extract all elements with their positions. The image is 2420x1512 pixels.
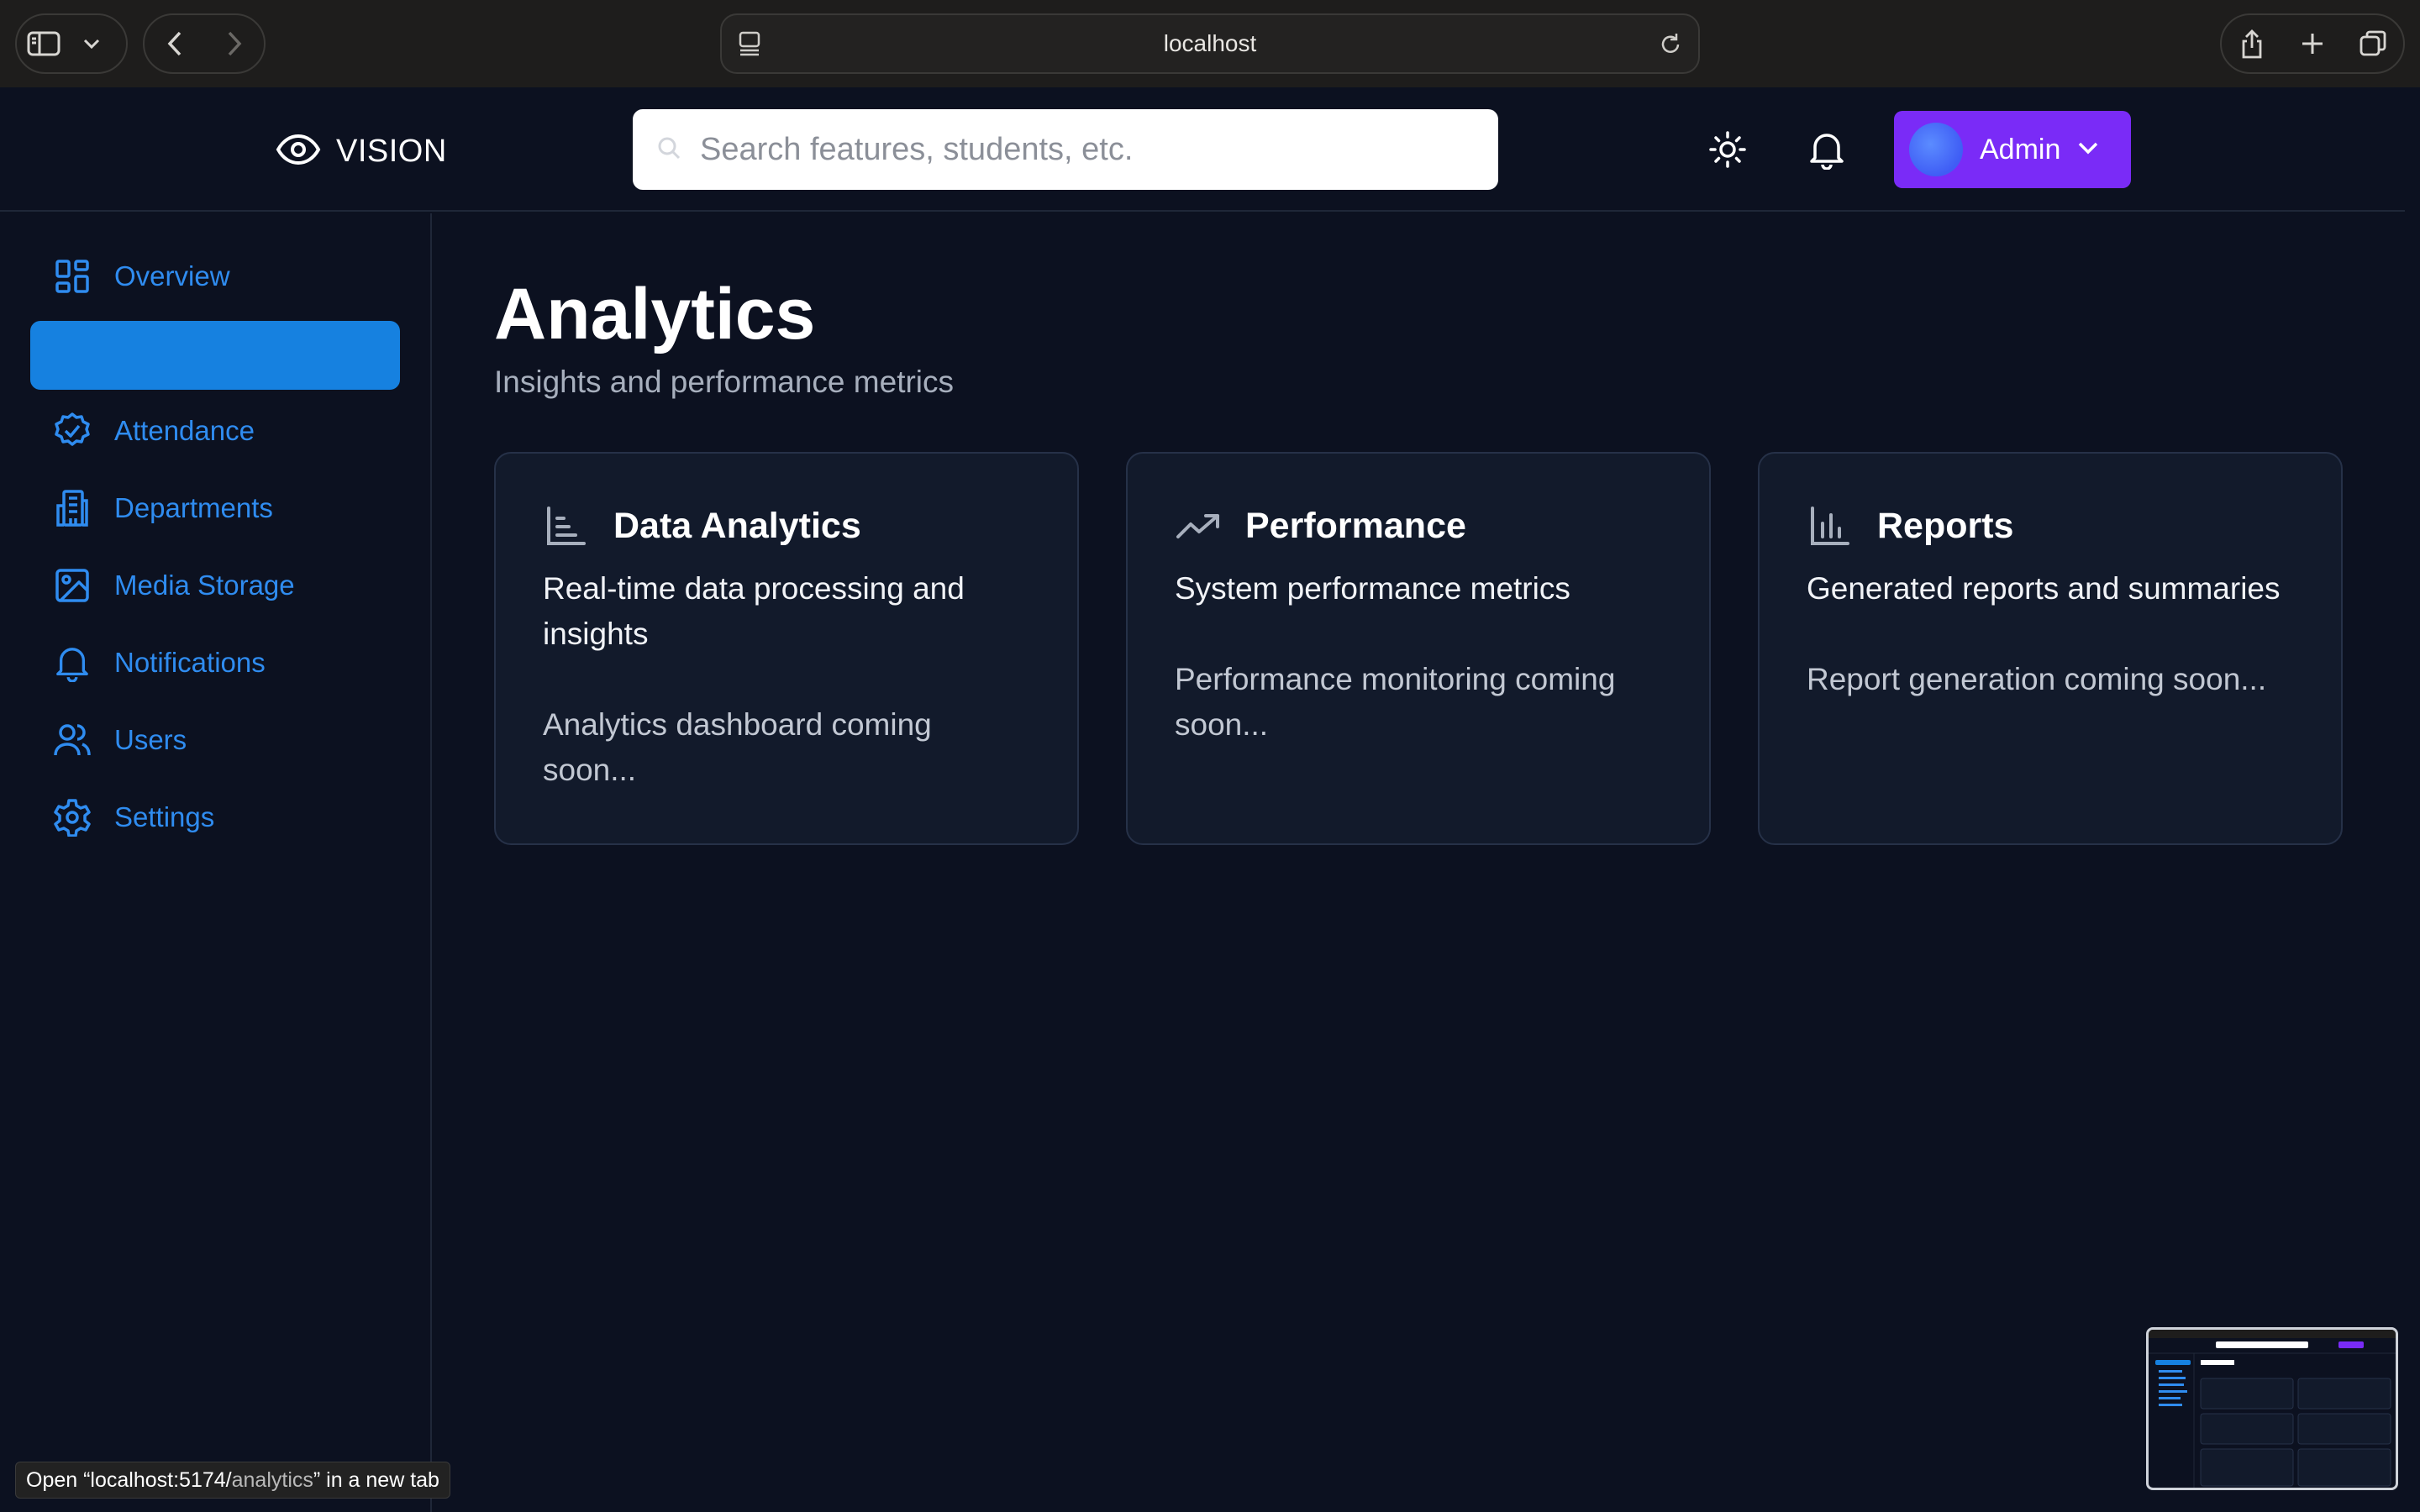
card-note: Report generation coming soon... — [1807, 662, 2267, 696]
sidebar-toggle-group — [15, 13, 128, 74]
gear-icon — [52, 797, 92, 837]
card-title: Reports — [1877, 505, 2014, 546]
sidebar-item-analytics[interactable] — [30, 321, 400, 390]
admin-menu-button[interactable]: Admin — [1894, 111, 2131, 188]
sidebar-item-media-storage[interactable]: Media Storage — [30, 551, 400, 620]
address-bar[interactable]: localhost — [720, 13, 1700, 74]
eye-icon — [276, 133, 321, 171]
sidebar-item-attendance[interactable]: Attendance — [30, 396, 400, 465]
share-icon[interactable] — [2222, 17, 2282, 71]
card-title: Data Analytics — [613, 505, 861, 546]
search-box[interactable] — [633, 109, 1498, 190]
url-text: localhost — [1163, 30, 1257, 56]
tab-overview-icon[interactable] — [2343, 17, 2403, 71]
sidebar: Overview Attendance Departments Media St… — [0, 213, 432, 1512]
image-icon — [52, 565, 92, 606]
new-tab-plus-icon[interactable] — [2282, 17, 2343, 71]
bell-icon — [52, 643, 92, 683]
browser-actions-group — [2220, 13, 2405, 74]
search-input[interactable] — [700, 131, 1498, 168]
building-icon — [52, 488, 92, 528]
status-prefix: Open “localhost:5174/ — [26, 1467, 232, 1492]
card-performance: Performance System performance metrics P… — [1126, 452, 1711, 845]
card-note: Analytics dashboard coming soon... — [543, 707, 932, 787]
bar-chart-icon — [543, 502, 590, 549]
sidebar-toggle-icon[interactable] — [17, 17, 71, 71]
dashboard-icon — [52, 256, 92, 297]
sidebar-item-label: Overview — [114, 260, 230, 291]
link-status-bar: Open “localhost:5174/analytics” in a new… — [15, 1462, 450, 1499]
status-suffix: ” in a new tab — [313, 1467, 439, 1492]
sidebar-item-label: Media Storage — [114, 570, 295, 601]
browser-toolbar: localhost — [0, 0, 2420, 87]
history-nav-group — [143, 13, 266, 74]
chevron-down-icon — [2077, 141, 2099, 159]
forward-arrow-icon[interactable] — [204, 17, 264, 71]
users-icon — [52, 720, 92, 760]
card-note: Performance monitoring coming soon... — [1175, 662, 1616, 742]
sidebar-item-overview[interactable]: Overview — [30, 242, 400, 311]
sidebar-item-label: Settings — [114, 801, 215, 832]
admin-label: Admin — [1980, 133, 2061, 165]
trending-up-icon — [1175, 502, 1222, 549]
sidebar-item-departments[interactable]: Departments — [30, 474, 400, 543]
search-icon — [656, 135, 681, 165]
app-header: VISION Admin — [0, 87, 2405, 212]
card-data-analytics: Data Analytics Real-time data processing… — [494, 452, 1079, 845]
card-description: Generated reports and summaries — [1807, 571, 2281, 606]
sidebar-item-notifications[interactable]: Notifications — [30, 628, 400, 697]
sidebar-item-label: Attendance — [114, 415, 255, 446]
card-description: Real-time data processing and insights — [543, 571, 965, 651]
bell-icon[interactable] — [1803, 126, 1850, 173]
status-path: analytics — [231, 1467, 313, 1492]
page-subtitle: Insights and performance metrics — [494, 365, 955, 399]
badge-check-icon — [52, 411, 92, 451]
back-arrow-icon[interactable] — [145, 17, 204, 71]
reload-icon[interactable] — [1658, 30, 1683, 61]
column-chart-icon — [1807, 502, 1854, 549]
card-reports: Reports Generated reports and summaries … — [1758, 452, 2343, 845]
page-title: Analytics — [494, 274, 816, 354]
card-description: System performance metrics — [1175, 571, 1570, 606]
card-title: Performance — [1245, 505, 1466, 546]
sidebar-item-settings[interactable]: Settings — [30, 783, 400, 852]
sidebar-item-users[interactable]: Users — [30, 706, 400, 774]
avatar — [1909, 123, 1963, 176]
sidebar-item-label: Users — [114, 724, 187, 755]
sidebar-item-label: Departments — [114, 492, 273, 523]
chevron-down-icon[interactable] — [71, 17, 113, 71]
sidebar-item-label: Notifications — [114, 647, 266, 678]
brand-name: VISION — [336, 133, 447, 169]
tab-preview-thumbnail[interactable] — [2146, 1327, 2398, 1490]
brand[interactable]: VISION — [276, 128, 447, 175]
theme-toggle-sun-icon[interactable] — [1704, 126, 1751, 173]
